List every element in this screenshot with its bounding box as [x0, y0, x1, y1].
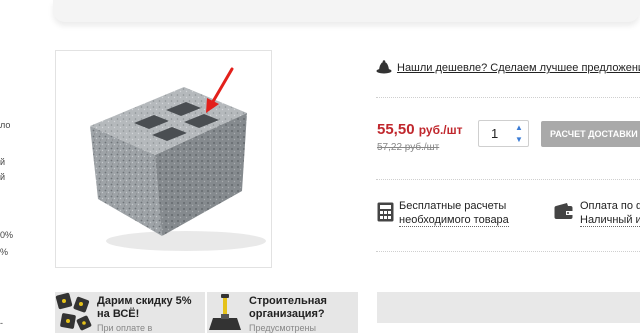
- feature-line: Бесплатные расчеты: [399, 200, 507, 212]
- left-fragment: 0%: [0, 230, 14, 240]
- old-price: 57,22 руб./шт: [377, 142, 440, 153]
- feature-line: Оплата по ф: [580, 200, 640, 212]
- chevron-down-icon[interactable]: ▼: [514, 135, 524, 145]
- promo-discount-card[interactable]: Дарим скидку 5% на ВСЁ! При оплате в: [55, 292, 205, 333]
- product-image[interactable]: [55, 50, 272, 268]
- feature-link[interactable]: Наличный и: [580, 214, 640, 227]
- price-unit: руб./шт: [418, 123, 463, 137]
- promo-subtitle: При оплате в: [97, 323, 153, 333]
- calculate-delivery-button[interactable]: РАСЧЕТ ДОСТАВКИ: [541, 121, 640, 147]
- promo-title: Строительная организация?: [249, 295, 327, 321]
- right-info-panel: [377, 292, 640, 323]
- promo-title-line: Дарим скидку 5%: [97, 295, 192, 307]
- found-cheaper-link[interactable]: Нашли дешевле? Сделаем лучшее предложени…: [397, 62, 640, 74]
- left-fragment: й: [0, 157, 6, 167]
- price-value: 55,50: [377, 121, 415, 138]
- chevron-up-icon[interactable]: ▲: [514, 123, 524, 133]
- top-navigation-bar: [53, 0, 640, 22]
- found-cheaper-row[interactable]: Нашли дешевле? Сделаем лучшее предложени…: [376, 60, 640, 78]
- current-price: 55,50 руб./шт: [377, 121, 463, 138]
- promo-title-line: организация?: [249, 308, 325, 320]
- promo-title-line: Строительная: [249, 295, 327, 307]
- builder-trowel-icon: [209, 294, 241, 330]
- concrete-block-image: [90, 67, 266, 251]
- left-fragment: й: [0, 172, 6, 182]
- left-fragment: -: [0, 318, 3, 328]
- promo-subtitle: Предусмотрены: [249, 323, 316, 333]
- divider: [376, 179, 640, 180]
- wallet-icon: [554, 203, 573, 219]
- promo-title: Дарим скидку 5% на ВСЁ!: [97, 295, 192, 321]
- cheaper-badge-icon: [376, 60, 392, 74]
- promo-builder-card[interactable]: Строительная организация? Предусмотрены: [207, 292, 358, 333]
- dice-discount-icon: [55, 292, 92, 331]
- left-fragment: ло: [0, 120, 11, 130]
- left-fragment: %: [0, 247, 9, 257]
- promo-title-line: на ВСЁ!: [97, 308, 140, 320]
- quantity-value[interactable]: 1: [491, 126, 498, 141]
- divider: [376, 251, 640, 252]
- quantity-stepper[interactable]: 1 ▲ ▼: [478, 120, 529, 147]
- calculator-icon: [377, 202, 394, 222]
- divider: [376, 97, 640, 98]
- feature-payment: Оплата по ф Наличный и: [554, 200, 640, 232]
- feature-link[interactable]: необходимого товара: [399, 214, 509, 227]
